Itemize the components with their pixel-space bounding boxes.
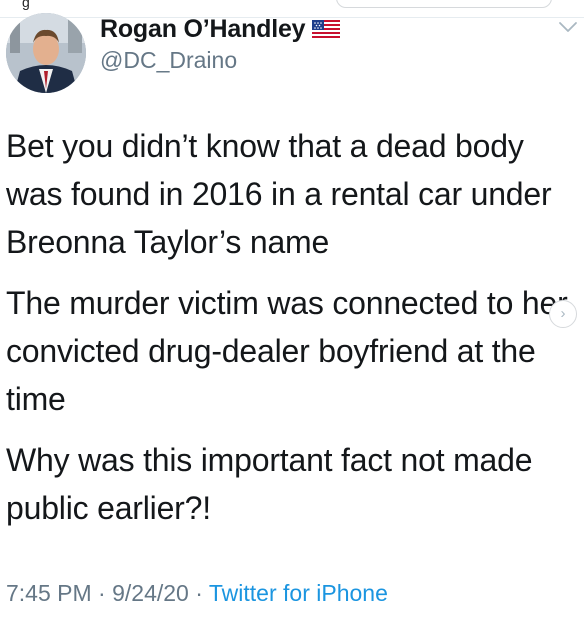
tweet-date[interactable]: 9/24/20 [112, 580, 189, 606]
cropped-glyph: g [22, 0, 30, 10]
chevron-down-icon[interactable] [558, 20, 578, 34]
avatar[interactable] [6, 13, 86, 93]
tweet-paragraph: Bet you didn’t know that a dead body was… [6, 128, 552, 260]
meta-separator: · [91, 580, 113, 606]
tweet-paragraph: The murder victim was connected to her c… [6, 285, 568, 417]
name-row: Rogan O’Handley [100, 13, 341, 45]
tweet-header: Rogan O’Handley @DC_Draino [100, 13, 341, 74]
tweet-source-link[interactable]: Twitter for iPhone [209, 580, 388, 606]
tweet-time[interactable]: 7:45 PM [6, 580, 92, 606]
chevron-right-icon[interactable]: › [549, 300, 577, 328]
tweet-text: Bet you didn’t know that a dead body was… [6, 122, 580, 545]
display-name[interactable]: Rogan O’Handley [100, 15, 306, 44]
us-flag-icon [312, 20, 341, 38]
search-box-edge[interactable] [336, 0, 552, 8]
user-handle[interactable]: @DC_Draino [100, 47, 340, 74]
meta-separator: · [188, 580, 209, 606]
tweet-meta: 7:45 PM · 9/24/20 · Twitter for iPhone [6, 580, 388, 607]
top-remnant: g [0, 0, 584, 18]
avatar-image [6, 13, 86, 93]
tweet-paragraph: Why was this important fact not made pub… [6, 442, 533, 526]
